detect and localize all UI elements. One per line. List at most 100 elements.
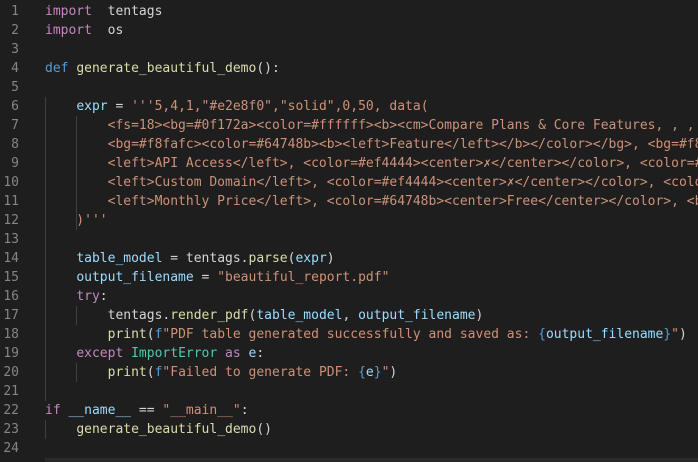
code-token: "Failed to generate PDF: <box>162 365 359 380</box>
code-line[interactable]: 12 )''' <box>0 211 698 230</box>
code-token: expr <box>76 99 108 114</box>
code-line[interactable]: 14 table_model = tentags.parse(expr) <box>0 249 698 268</box>
code-token: <left>Monthly Price</left>, <color=#6474… <box>45 194 698 209</box>
code-token: { <box>538 327 546 342</box>
line-number: 17 <box>3 308 19 323</box>
indent-guide <box>76 116 77 230</box>
code-token: ImportError <box>131 346 218 361</box>
code-token: print <box>107 365 147 380</box>
code-line[interactable]: 1 import tentags <box>0 2 698 21</box>
code-token: tentags <box>91 4 163 19</box>
code-line[interactable]: 2 import os <box>0 21 698 40</box>
code-token: '''5,4,1,"#e2e8f0","solid",0,50, data( <box>131 99 429 114</box>
code-token: : <box>240 403 249 418</box>
code-token: ( <box>146 327 155 342</box>
indent-guide <box>76 363 77 382</box>
code-token: " <box>671 327 679 342</box>
code-token: __name__ <box>68 403 132 418</box>
code-line[interactable]: 4 def generate_beautiful_demo(): <box>0 59 698 78</box>
code-text: print(f"PDF table generated successfully… <box>45 325 687 344</box>
line-number: 20 <box>3 365 19 380</box>
code-token: ) <box>679 327 687 342</box>
line-number: 22 <box>3 403 19 418</box>
code-text: def generate_beautiful_demo(): <box>45 59 280 78</box>
code-token: try <box>76 289 100 304</box>
code-token: <left>Custom Domain</left>, <color=#ef44… <box>45 175 698 190</box>
code-token: except <box>76 346 124 361</box>
code-text: try: <box>45 287 107 306</box>
line-number: 5 <box>11 80 19 95</box>
code-token: "__main__" <box>162 403 241 418</box>
code-token: ) <box>389 365 398 380</box>
code-line[interactable]: 13 <box>0 230 698 249</box>
code-token: import <box>45 4 92 19</box>
code-line[interactable]: 11 <left>Monthly Price</left>, <color=#6… <box>0 192 698 211</box>
code-line[interactable]: 15 output_filename = "beautiful_report.p… <box>0 268 698 287</box>
code-line[interactable]: 3 <box>0 40 698 59</box>
code-token: <left>API Access</left>, <color=#ef4444>… <box>45 156 698 171</box>
code-token: table_model <box>76 251 163 266</box>
code-token: ( <box>146 365 155 380</box>
code-line[interactable]: 24 <box>0 439 698 458</box>
line-number: 13 <box>3 232 19 247</box>
code-token: if <box>45 403 61 418</box>
code-line[interactable]: 19 except ImportError as e: <box>0 344 698 363</box>
code-line[interactable]: 6 expr = '''5,4,1,"#e2e8f0","solid",0,50… <box>0 97 698 116</box>
code-token: parse <box>248 251 288 266</box>
line-number: 19 <box>3 346 19 361</box>
line-number: 12 <box>3 213 19 228</box>
code-line[interactable]: 22 if __name__ == "__main__": <box>0 401 698 420</box>
code-text: generate_beautiful_demo() <box>45 420 272 439</box>
code-text: <left>Custom Domain</left>, <color=#ef44… <box>45 173 698 192</box>
code-editor[interactable]: 1 import tentags 2 import os 3 4 def generate_… <box>0 0 698 462</box>
code-token: <fs=18><bg=#0f172a><color=#ffffff><b><cm… <box>45 118 698 133</box>
code-line[interactable]: 8 <bg=#f8fafc><color=#64748b><b><left>Fe… <box>0 135 698 154</box>
code-text: table_model = tentags.parse(expr) <box>45 249 334 268</box>
code-line[interactable]: 16 try: <box>0 287 698 306</box>
code-line[interactable]: 7 <fs=18><bg=#0f172a><color=#ffffff><b><… <box>0 116 698 135</box>
horizontal-scrollbar[interactable] <box>45 458 698 462</box>
code-line[interactable]: 9 <left>API Access</left>, <color=#ef444… <box>0 154 698 173</box>
code-token: expr <box>295 251 327 266</box>
line-number: 3 <box>11 42 19 57</box>
code-token: generate_beautiful_demo <box>76 61 257 76</box>
code-token: "beautiful_report.pdf" <box>217 270 390 285</box>
code-line[interactable]: 21 <box>0 382 698 401</box>
code-text: if __name__ == "__main__": <box>45 401 249 420</box>
code-line[interactable]: 5 <box>0 78 698 97</box>
code-line[interactable]: 23 generate_beautiful_demo() <box>0 420 698 439</box>
code-text: <left>API Access</left>, <color=#ef4444>… <box>45 154 698 173</box>
code-text: <left>Monthly Price</left>, <color=#6474… <box>45 192 698 211</box>
code-token: table_model <box>256 308 343 323</box>
line-number: 6 <box>11 99 19 114</box>
code-token: = <box>193 270 218 285</box>
code-token: "PDF table generated successfully and sa… <box>162 327 539 342</box>
line-number: 2 <box>11 23 19 38</box>
code-token: import <box>45 23 92 38</box>
code-token: e <box>365 365 374 380</box>
code-line[interactable]: 20 print(f"Failed to generate PDF: {e}") <box>0 363 698 382</box>
line-number: 16 <box>3 289 19 304</box>
code-token: () <box>256 422 272 437</box>
code-token: } <box>663 327 672 342</box>
line-number: 18 <box>3 327 19 342</box>
code-line[interactable]: 10 <left>Custom Domain</left>, <color=#e… <box>0 173 698 192</box>
code-line[interactable]: 17 tentags.render_pdf(table_model, outpu… <box>0 306 698 325</box>
code-token: print <box>107 327 147 342</box>
code-token: = <box>107 99 132 114</box>
line-number: 14 <box>3 251 19 266</box>
code-line[interactable]: 18 print(f"PDF table generated successfu… <box>0 325 698 344</box>
code-text: expr = '''5,4,1,"#e2e8f0","solid",0,50, … <box>45 97 429 116</box>
code-token: render_pdf <box>170 308 249 323</box>
code-text: print(f"Failed to generate PDF: {e}") <box>45 363 398 382</box>
line-number: 15 <box>3 270 19 285</box>
